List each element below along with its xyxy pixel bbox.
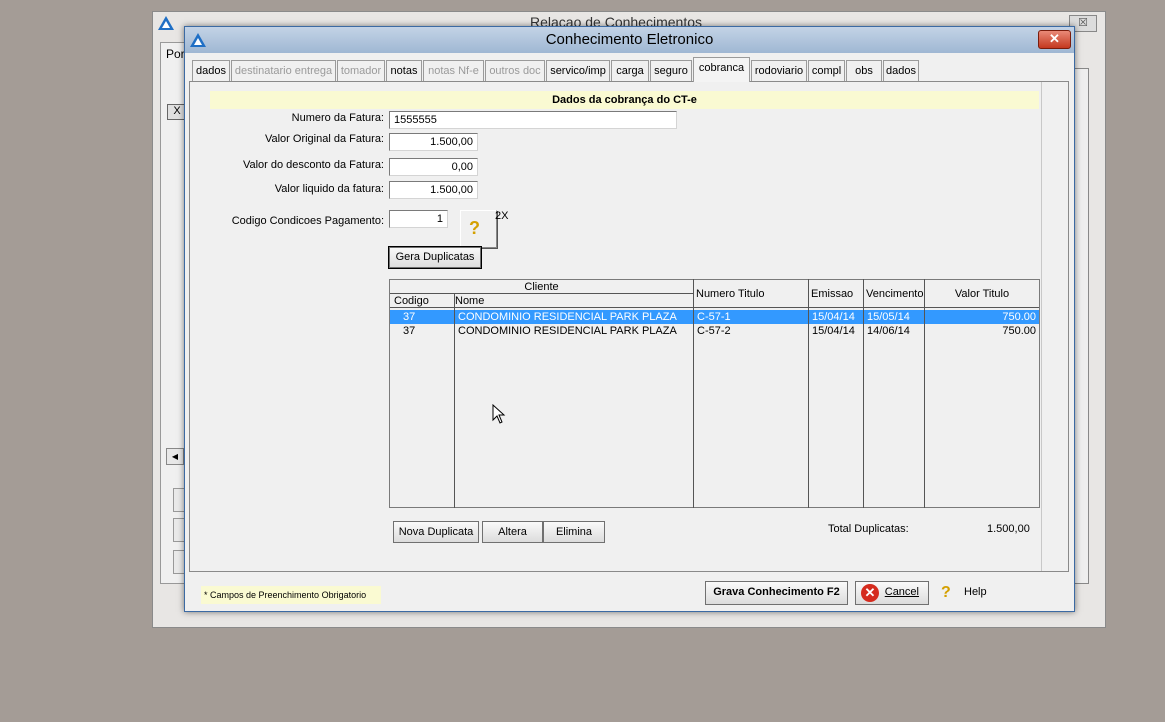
valor-desconto-field[interactable]: 0,00	[389, 158, 478, 176]
grid-divider	[693, 279, 694, 508]
total-duplicatas-label: Total Duplicatas:	[828, 523, 909, 535]
tab-compl[interactable]: compl	[808, 60, 845, 81]
tab-outros-doc[interactable]: outros doc	[485, 60, 545, 81]
gera-duplicatas-button[interactable]: Gera Duplicatas	[388, 246, 482, 269]
tab-tomador[interactable]: tomador	[337, 60, 385, 81]
tab-rodoviario[interactable]: rodoviario	[751, 60, 807, 81]
grid-col-valor-titulo[interactable]: Valor Titulo	[925, 280, 1039, 308]
section-header: Dados da cobrança do CT-e	[210, 91, 1039, 109]
row-codigo: 37	[403, 311, 416, 323]
tab-dados[interactable]: dados	[192, 60, 230, 81]
table-row[interactable]: 37 CONDOMINIO RESIDENCIAL PARK PLAZA C-5…	[390, 310, 1039, 324]
panel-scroll-area	[1041, 82, 1068, 571]
grid-col-codigo[interactable]: Codigo	[390, 294, 454, 308]
tab-notas[interactable]: notas	[386, 60, 422, 81]
tab-servico-imp[interactable]: servico/imp	[546, 60, 610, 81]
help-button[interactable]: Help	[964, 586, 987, 598]
row-emissao: 15/04/14	[812, 311, 855, 323]
row-nome: CONDOMINIO RESIDENCIAL PARK PLAZA	[458, 325, 677, 337]
row-emissao: 15/04/14	[812, 325, 855, 337]
nova-duplicata-button[interactable]: Nova Duplicata	[393, 521, 479, 543]
tab-cobranca[interactable]: cobranca	[693, 57, 750, 82]
valor-liquido-field[interactable]: 1.500,00	[389, 181, 478, 199]
grid-col-vencimento[interactable]: Vencimento	[864, 280, 924, 308]
elimina-button[interactable]: Elimina	[543, 521, 605, 543]
valor-original-label: Valor Original da Fatura:	[264, 133, 384, 145]
valor-liquido-label: Valor liquido da fatura:	[274, 183, 384, 195]
mouse-cursor-icon	[492, 404, 506, 424]
tab-obs[interactable]: obs	[846, 60, 882, 81]
grid-group-header-cliente: Cliente	[390, 280, 693, 294]
row-valor: 750.00	[1002, 325, 1036, 337]
valor-desconto-label: Valor do desconto da Fatura:	[242, 159, 384, 171]
numero-fatura-label: Numero da Fatura:	[291, 112, 384, 124]
row-vencimento: 15/05/14	[867, 311, 910, 323]
tab-seguro[interactable]: seguro	[650, 60, 692, 81]
dialog-close-button[interactable]: ✕	[1038, 30, 1071, 49]
codigo-cond-label: Codigo Condicoes Pagamento:	[231, 215, 384, 227]
codigo-cond-field[interactable]: 1	[389, 210, 448, 228]
altera-button[interactable]: Altera	[482, 521, 543, 543]
row-numero: C-57-2	[697, 325, 731, 337]
valor-original-field[interactable]: 1.500,00	[389, 133, 478, 151]
tab-destinatario-entrega[interactable]: destinatario entrega	[231, 60, 336, 81]
table-row[interactable]: 37 CONDOMINIO RESIDENCIAL PARK PLAZA C-5…	[390, 324, 1039, 338]
question-icon: ?	[941, 584, 951, 601]
row-valor: 750.00	[1002, 311, 1036, 323]
row-vencimento: 14/06/14	[867, 325, 910, 337]
grid-divider	[924, 279, 925, 508]
grava-conhecimento-button[interactable]: Grava Conhecimento F2	[705, 581, 848, 605]
grid-col-nome[interactable]: Nome	[455, 294, 693, 308]
required-fields-note: * Campos de Preenchimento Obrigatorio	[201, 586, 381, 604]
tab-notas-nfe[interactable]: notas Nf-e	[423, 60, 484, 81]
background-tab-label[interactable]: Por	[166, 47, 185, 61]
total-duplicatas-value: 1.500,00	[987, 523, 1030, 535]
tab-dados-2[interactable]: dados	[883, 60, 919, 81]
grid-divider	[808, 279, 809, 508]
cancel-x-icon: ✕	[861, 584, 879, 602]
numero-fatura-field[interactable]: 1555555	[389, 111, 677, 129]
multiplier-label: 2X	[495, 210, 509, 222]
grid-col-emissao[interactable]: Emissao	[809, 280, 863, 308]
dialog-title: Conhecimento Eletronico	[545, 31, 714, 48]
question-icon: ?	[469, 218, 480, 238]
row-codigo: 37	[403, 325, 416, 337]
grid-divider	[863, 279, 864, 508]
tab-carga[interactable]: carga	[611, 60, 649, 81]
grid-divider	[454, 294, 455, 508]
grid-col-numero-titulo[interactable]: Numero Titulo	[694, 280, 808, 308]
app-logo-icon	[190, 33, 206, 47]
row-numero: C-57-1	[697, 311, 731, 323]
row-nome: CONDOMINIO RESIDENCIAL PARK PLAZA	[458, 311, 677, 323]
background-frame-edge	[1075, 68, 1089, 584]
scroll-left-button[interactable]: ◀	[166, 448, 184, 465]
app-logo-icon	[158, 16, 174, 30]
